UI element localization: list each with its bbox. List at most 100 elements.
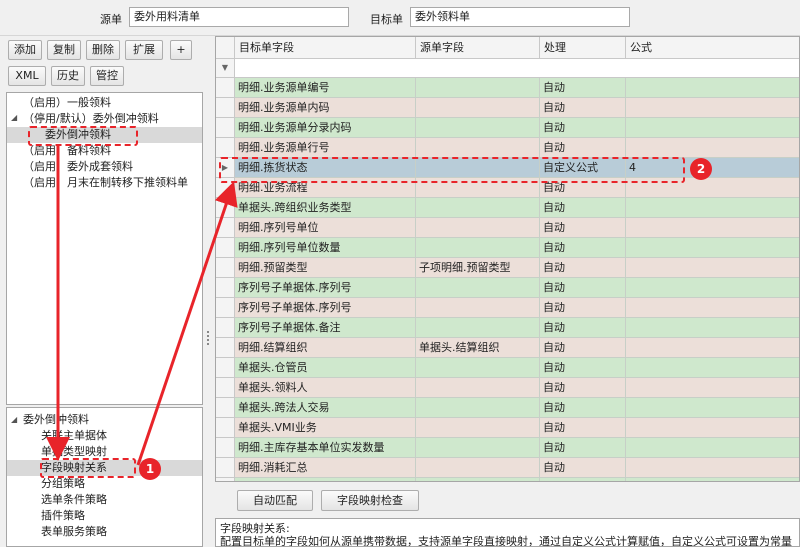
config-item-form-service[interactable]: 表单服务策略 (41, 524, 107, 540)
rule-item-month-end[interactable]: （启用）月末在制转移下推领料单 (23, 175, 188, 191)
cell-target-field[interactable]: 序列号子单据体.序列号 (235, 298, 416, 318)
cell-formula[interactable] (626, 438, 799, 458)
cell-process[interactable]: 自动 (540, 138, 626, 158)
table-row[interactable]: 序列号子单据体.备注 自动 (235, 318, 799, 338)
table-row[interactable]: 单据头.领料人 自动 (235, 378, 799, 398)
cell-source-field[interactable] (416, 438, 540, 458)
row-indicator[interactable] (216, 98, 235, 118)
col-header-formula[interactable]: 公式 (626, 37, 799, 59)
expand-button[interactable]: 扩展 (125, 40, 163, 60)
cell-formula[interactable] (626, 298, 799, 318)
cell-source-field[interactable]: 单据头.结算组织 (416, 338, 540, 358)
cell-process[interactable]: 自动 (540, 418, 626, 438)
cell-formula[interactable] (626, 198, 799, 218)
cell-target-field[interactable]: 明细.业务源单编号 (235, 78, 416, 98)
cell-process[interactable]: 自动 (540, 278, 626, 298)
cell-target-field[interactable]: 明细.序列号单位数量 (235, 238, 416, 258)
cell-formula[interactable] (626, 378, 799, 398)
row-indicator[interactable] (216, 78, 235, 98)
control-button[interactable]: 管控 (90, 66, 124, 86)
cell-target-field[interactable]: 明细.业务源单行号 (235, 138, 416, 158)
table-row[interactable]: 明细.业务源单编号 自动 (235, 78, 799, 98)
cell-source-field[interactable] (416, 138, 540, 158)
target-bill-field[interactable]: 委外领料单 (410, 7, 630, 27)
cell-formula[interactable] (626, 138, 799, 158)
table-row[interactable]: 单据头.仓管员 自动 (235, 358, 799, 378)
table-row[interactable]: 单据头.跨法人交易 自动 (235, 398, 799, 418)
table-row[interactable]: 单据头.VMI业务 自动 (235, 418, 799, 438)
table-row[interactable]: 明细.业务源单分录内码 自动 (235, 118, 799, 138)
collapse-arrow-icon[interactable]: ◢ (11, 415, 17, 424)
row-indicator[interactable] (216, 238, 235, 258)
row-indicator[interactable] (216, 118, 235, 138)
table-row[interactable]: 明细.序列号单位 自动 (235, 218, 799, 238)
cell-process[interactable]: 自动 (540, 238, 626, 258)
cell-process[interactable]: 自动 (540, 398, 626, 418)
cell-source-field[interactable] (416, 458, 540, 478)
table-row[interactable]: 序列号子单据体.序列号 自动 (235, 278, 799, 298)
table-row[interactable]: 明细.预留类型 子项明细.预留类型 自动 (235, 258, 799, 278)
cell-source-field[interactable] (416, 238, 540, 258)
col-header-source-field[interactable]: 源单字段 (416, 37, 540, 59)
row-indicator[interactable] (216, 218, 235, 238)
cell-source-field[interactable] (416, 198, 540, 218)
table-row[interactable]: 明细.主库存基本单位实发数量 自动 (235, 438, 799, 458)
xml-button[interactable]: XML (8, 66, 46, 86)
table-row[interactable]: 明细.结算组织 单据头.结算组织 自动 (235, 338, 799, 358)
cell-target-field[interactable]: 明细.结算组织 (235, 338, 416, 358)
row-indicator[interactable] (216, 258, 235, 278)
cell-process[interactable]: 自动 (540, 298, 626, 318)
cell-source-field[interactable] (416, 358, 540, 378)
cell-target-field[interactable]: 序列号子单据体.序列号 (235, 278, 416, 298)
cell-formula[interactable] (626, 458, 799, 478)
filter-row[interactable] (235, 59, 799, 78)
row-indicator[interactable] (216, 358, 235, 378)
config-item-select-condition[interactable]: 选单条件策略 (41, 492, 107, 508)
cell-target-field[interactable]: 单据头.仓管员 (235, 358, 416, 378)
cell-source-field[interactable]: 子项明细.预留类型 (416, 258, 540, 278)
cell-formula[interactable] (626, 418, 799, 438)
cell-process[interactable]: 自动 (540, 338, 626, 358)
history-button[interactable]: 历史 (51, 66, 85, 86)
cell-target-field[interactable]: 明细.序列号单位 (235, 218, 416, 238)
table-row[interactable]: 明细.业务源单内码 自动 (235, 98, 799, 118)
rule-item-backflush-default[interactable]: （停用/默认）委外倒冲领料 (23, 111, 159, 127)
cell-process[interactable]: 自动 (540, 78, 626, 98)
cell-formula[interactable] (626, 238, 799, 258)
cell-source-field[interactable] (416, 98, 540, 118)
cell-process[interactable]: 自动 (540, 458, 626, 478)
cell-formula[interactable] (626, 218, 799, 238)
row-indicator[interactable] (216, 278, 235, 298)
cell-source-field[interactable] (416, 318, 540, 338)
cell-source-field[interactable] (416, 78, 540, 98)
cell-formula[interactable] (626, 338, 799, 358)
auto-match-button[interactable]: 自动匹配 (237, 490, 313, 511)
row-indicator[interactable] (216, 378, 235, 398)
table-row[interactable]: 明细.消耗汇总 自动 (235, 458, 799, 478)
config-root[interactable]: 委外倒冲领料 (23, 412, 89, 428)
cell-target-field[interactable]: 单据头.跨组织业务类型 (235, 198, 416, 218)
row-indicator[interactable] (216, 418, 235, 438)
cell-target-field[interactable]: 序列号子单据体.备注 (235, 318, 416, 338)
col-header-target-field[interactable]: 目标单字段 (235, 37, 416, 59)
cell-target-field[interactable]: 明细.业务源单内码 (235, 98, 416, 118)
cell-source-field[interactable] (416, 418, 540, 438)
cell-target-field[interactable]: 明细.业务源单分录内码 (235, 118, 416, 138)
cell-process[interactable]: 自动 (540, 218, 626, 238)
cell-source-field[interactable] (416, 118, 540, 138)
table-row[interactable]: 明细.序列号单位数量 自动 (235, 238, 799, 258)
plus-button[interactable]: + (170, 40, 192, 60)
cell-formula[interactable] (626, 78, 799, 98)
add-button[interactable]: 添加 (8, 40, 42, 60)
cell-process[interactable]: 自动 (540, 118, 626, 138)
config-item-group-policy[interactable]: 分组策略 (41, 476, 85, 492)
row-indicator[interactable] (216, 198, 235, 218)
cell-process[interactable]: 自动 (540, 438, 626, 458)
row-indicator[interactable] (216, 458, 235, 478)
row-indicator[interactable] (216, 138, 235, 158)
delete-button[interactable]: 删除 (86, 40, 120, 60)
cell-target-field[interactable]: 明细.预留类型 (235, 258, 416, 278)
cell-process[interactable]: 自动 (540, 378, 626, 398)
cell-formula[interactable] (626, 118, 799, 138)
cell-target-field[interactable]: 单据头.跨法人交易 (235, 398, 416, 418)
